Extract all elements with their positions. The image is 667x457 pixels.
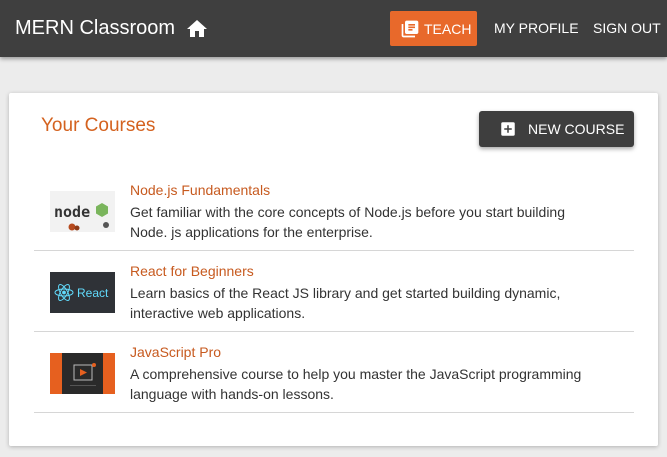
course-thumbnail	[50, 353, 115, 394]
list-item[interactable]: JavaScript Pro A comprehensive course to…	[34, 332, 634, 413]
list-item[interactable]: React React for Beginners Learn basics o…	[34, 251, 634, 332]
courses-card: Your Courses NEW COURSE node Node.js Fun…	[9, 93, 658, 446]
app-bar: MERN Classroom TEACH MY PROFILE SIGN OUT	[0, 0, 667, 57]
course-name[interactable]: JavaScript Pro	[130, 344, 221, 361]
list-item[interactable]: node Node.js Fundamentals Get familiar w…	[34, 170, 634, 251]
course-description: Learn basics of the React JS library and…	[130, 285, 561, 321]
node-logo-text: node	[54, 203, 90, 221]
course-description: A comprehensive course to help you maste…	[130, 366, 582, 402]
add-box-icon	[501, 122, 515, 136]
teach-label: TEACH	[424, 20, 472, 37]
react-logo-text: React	[77, 286, 109, 300]
new-course-button[interactable]: NEW COURSE	[479, 111, 634, 147]
page-title: Your Courses	[41, 115, 156, 136]
sign-out-link[interactable]: SIGN OUT	[593, 20, 661, 37]
course-thumbnail: React	[50, 272, 115, 313]
course-description: Get familiar with the core concepts of N…	[130, 204, 565, 240]
library-books-icon	[401, 20, 419, 37]
course-name[interactable]: React for Beginners	[130, 263, 254, 280]
my-profile-link[interactable]: MY PROFILE	[494, 20, 579, 37]
course-name[interactable]: Node.js Fundamentals	[130, 182, 270, 199]
teach-button[interactable]: TEACH	[390, 11, 477, 46]
new-course-label: NEW COURSE	[528, 121, 625, 137]
course-thumbnail: node	[50, 191, 115, 232]
home-icon	[187, 20, 207, 37]
home-button[interactable]	[185, 17, 209, 41]
course-list: node Node.js Fundamentals Get familiar w…	[34, 170, 634, 413]
app-title: MERN Classroom	[15, 17, 176, 39]
